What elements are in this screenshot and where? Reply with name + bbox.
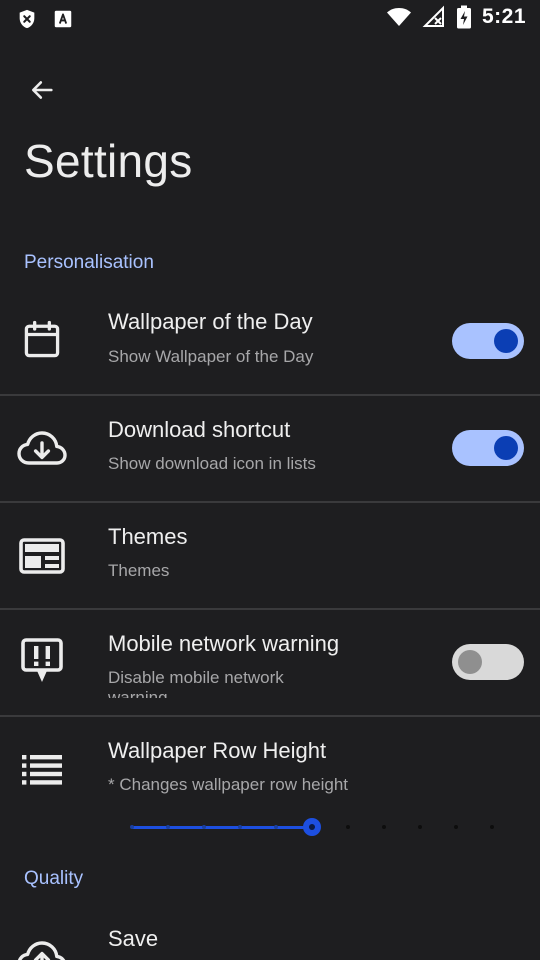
setting-summary: Show download icon in lists	[108, 454, 316, 473]
status-time: 5:21	[481, 5, 526, 28]
alert-message-icon	[14, 633, 70, 689]
section-header-quality: Quality	[24, 868, 84, 889]
setting-save[interactable]: Save	[0, 906, 540, 960]
toggle-knob	[494, 436, 518, 460]
setting-download-shortcut[interactable]: Download shortcut Show download icon in …	[0, 396, 540, 501]
list-icon	[14, 741, 70, 797]
battery-charging-icon	[456, 5, 471, 29]
setting-wallpaper-of-the-day[interactable]: Wallpaper of the Day Show Wallpaper of t…	[0, 288, 540, 394]
slider-tick	[346, 825, 350, 829]
setting-summary: Disable mobile network	[108, 668, 284, 687]
slider-tick	[274, 825, 278, 829]
slider-active-track	[132, 826, 312, 829]
download-shortcut-toggle[interactable]	[452, 430, 524, 466]
setting-summary: Show Wallpaper of the Day	[108, 347, 314, 366]
wallpaper-row-height-slider[interactable]	[130, 816, 494, 838]
setting-summary: Themes	[108, 561, 170, 580]
slider-tick	[418, 825, 422, 829]
wallpaper-of-the-day-toggle[interactable]	[452, 323, 524, 359]
setting-summary-cut: warning	[108, 688, 168, 698]
setting-summary: * Changes wallpaper row height	[108, 775, 349, 794]
setting-title: Wallpaper Row Height	[108, 738, 327, 763]
section-header-personalisation: Personalisation	[24, 252, 154, 273]
dashboard-layout-icon	[14, 528, 70, 584]
back-button[interactable]	[20, 68, 64, 112]
slider-tick	[490, 825, 494, 829]
slider-thumb[interactable]	[303, 818, 321, 836]
font-a-icon	[54, 10, 72, 28]
page-title: Settings	[24, 135, 193, 187]
settings-screen: 5:21 Settings Personalisation Wallpaper …	[0, 0, 540, 960]
setting-title: Mobile network warning	[108, 631, 340, 656]
slider-tick	[454, 825, 458, 829]
wifi-icon	[386, 8, 411, 26]
setting-title: Wallpaper of the Day	[108, 309, 313, 334]
setting-title: Themes	[108, 524, 188, 549]
cloud-upload-icon	[14, 930, 70, 960]
setting-title: Download shortcut	[108, 417, 291, 442]
toggle-knob	[458, 650, 482, 674]
setting-mobile-network-warning[interactable]: Mobile network warning Disable mobile ne…	[0, 610, 540, 715]
cloud-download-icon	[14, 420, 70, 476]
shield-x-icon	[19, 9, 35, 29]
arrow-left-icon	[31, 81, 53, 99]
mobile-network-warning-toggle[interactable]	[452, 644, 524, 680]
status-bar: 5:21	[0, 0, 540, 38]
slider-tick	[166, 825, 170, 829]
no-signal-icon	[422, 5, 444, 27]
slider-tick	[382, 825, 386, 829]
calendar-icon	[14, 312, 70, 368]
setting-themes[interactable]: Themes Themes	[0, 503, 540, 608]
slider-tick	[238, 825, 242, 829]
slider-tick	[202, 825, 206, 829]
toggle-knob	[494, 329, 518, 353]
setting-title: Save	[108, 926, 159, 951]
slider-tick	[130, 825, 134, 829]
